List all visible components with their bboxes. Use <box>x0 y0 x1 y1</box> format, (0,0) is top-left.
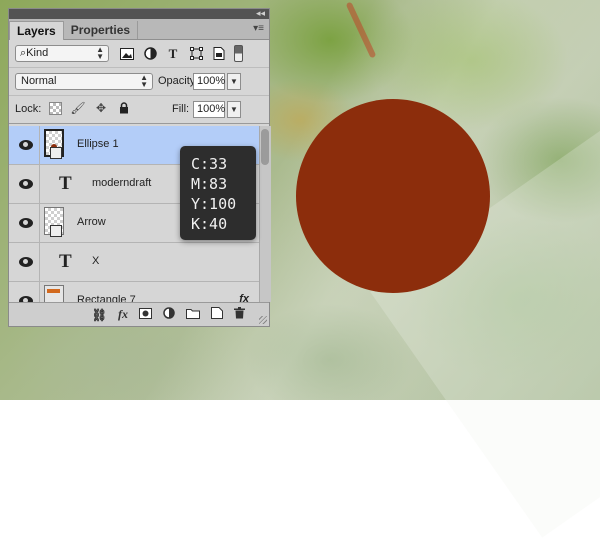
eye-icon[interactable] <box>19 257 33 267</box>
layer-effects-badge[interactable]: fx <box>239 293 249 302</box>
select-arrows-icon: ▲ ▼ <box>140 73 148 89</box>
tooltip-black: K:40 <box>191 215 228 233</box>
type-layer-icon: T <box>59 251 72 272</box>
resize-grip-icon[interactable] <box>259 316 267 324</box>
layer-thumbnail <box>44 285 64 302</box>
filter-kind-select[interactable]: ⌕Kind ▲ ▼ <box>15 45 109 62</box>
blend-mode-value: Normal <box>21 75 57 87</box>
layer-name[interactable]: moderndraft <box>92 177 151 189</box>
link-layers-icon[interactable]: ⛓ <box>92 308 107 322</box>
visibility-cell[interactable] <box>9 204 40 242</box>
eye-icon[interactable] <box>19 218 33 228</box>
panel-bottom-bar: ⛓ fx <box>9 302 269 326</box>
cmyk-color-tooltip: C:33 M:83 Y:100 K:40 <box>180 146 256 240</box>
type-layer-icon: T <box>59 173 72 194</box>
lock-row: Lock: 🖌 ✥ Fill: 100% ▼ <box>9 96 269 124</box>
adjustment-layer-filter-icon[interactable] <box>142 46 158 62</box>
tooltip-cyan: C:33 <box>191 155 228 173</box>
tooltip-magenta: M:83 <box>191 175 228 193</box>
panel-tab-bar: Layers Properties ▾≡ <box>9 19 269 40</box>
visibility-cell[interactable] <box>9 126 40 164</box>
panel-menu-icon[interactable]: ▾≡ <box>253 23 264 34</box>
layer-name[interactable]: Ellipse 1 <box>77 138 119 150</box>
layers-scrollbar[interactable] <box>259 126 271 302</box>
new-group-folder-icon[interactable] <box>186 308 200 322</box>
filter-kind-label: Kind <box>26 47 49 59</box>
select-arrows-icon: ▲ ▼ <box>96 45 104 61</box>
lock-all-icon[interactable] <box>117 101 131 115</box>
layer-row-rectangle-7[interactable]: Rectangle 7 fx <box>9 282 259 302</box>
layer-name[interactable]: Rectangle 7 <box>77 294 136 302</box>
shape-layer-filter-icon[interactable] <box>188 46 204 62</box>
add-layer-style-button[interactable]: fx <box>118 307 128 322</box>
visibility-cell[interactable] <box>9 243 40 281</box>
visibility-cell[interactable] <box>9 282 40 302</box>
eye-icon[interactable] <box>19 140 33 150</box>
type-layer-filter-icon[interactable]: T <box>165 46 181 62</box>
layer-name[interactable]: X <box>92 255 99 267</box>
tab-layers[interactable]: Layers <box>9 21 64 40</box>
visibility-cell[interactable] <box>9 165 40 203</box>
filter-icons: T <box>119 45 243 62</box>
fill-label: Fill: <box>172 103 190 115</box>
fill-dropdown-button[interactable]: ▼ <box>227 101 241 118</box>
smart-object-filter-icon[interactable] <box>211 46 227 62</box>
eye-icon[interactable] <box>19 179 33 189</box>
pixel-layer-filter-icon[interactable] <box>119 46 135 62</box>
blend-row: Normal ▲ ▼ Opacity: 100% ▼ <box>9 68 269 96</box>
filter-row: ⌕Kind ▲ ▼ T <box>9 40 269 68</box>
lock-icons: 🖌 ✥ <box>49 101 131 115</box>
add-mask-icon[interactable] <box>139 307 152 322</box>
filter-toggle-switch[interactable] <box>234 45 243 62</box>
opacity-input[interactable]: 100% <box>193 73 225 90</box>
tooltip-yellow: Y:100 <box>191 195 237 213</box>
layers-panel: ◂◂ Layers Properties ▾≡ ⌕Kind ▲ ▼ T Norm… <box>8 8 271 327</box>
layer-name[interactable]: Arrow <box>77 216 106 228</box>
lock-label: Lock: <box>15 103 42 115</box>
scrollbar-thumb[interactable] <box>261 129 269 165</box>
new-layer-icon[interactable] <box>211 307 223 322</box>
new-adjustment-layer-icon[interactable] <box>163 307 175 322</box>
layer-row-x[interactable]: T X <box>9 243 259 282</box>
ellipse-shape[interactable] <box>296 99 490 293</box>
lock-image-pixels-icon[interactable]: 🖌 <box>70 101 85 115</box>
blend-mode-select[interactable]: Normal ▲ ▼ <box>15 73 153 90</box>
panel-title-bar[interactable]: ◂◂ <box>9 8 269 19</box>
collapse-icon[interactable]: ◂◂ <box>256 8 265 18</box>
lock-transparent-pixels-icon[interactable] <box>49 101 62 115</box>
delete-layer-trash-icon[interactable] <box>234 307 245 322</box>
vector-mask-icon <box>50 147 62 159</box>
opacity-dropdown-button[interactable]: ▼ <box>227 73 241 90</box>
lock-position-icon[interactable]: ✥ <box>94 101 108 115</box>
fill-input[interactable]: 100% <box>193 101 225 118</box>
vector-mask-icon <box>50 225 62 237</box>
tab-properties[interactable]: Properties <box>64 21 139 39</box>
